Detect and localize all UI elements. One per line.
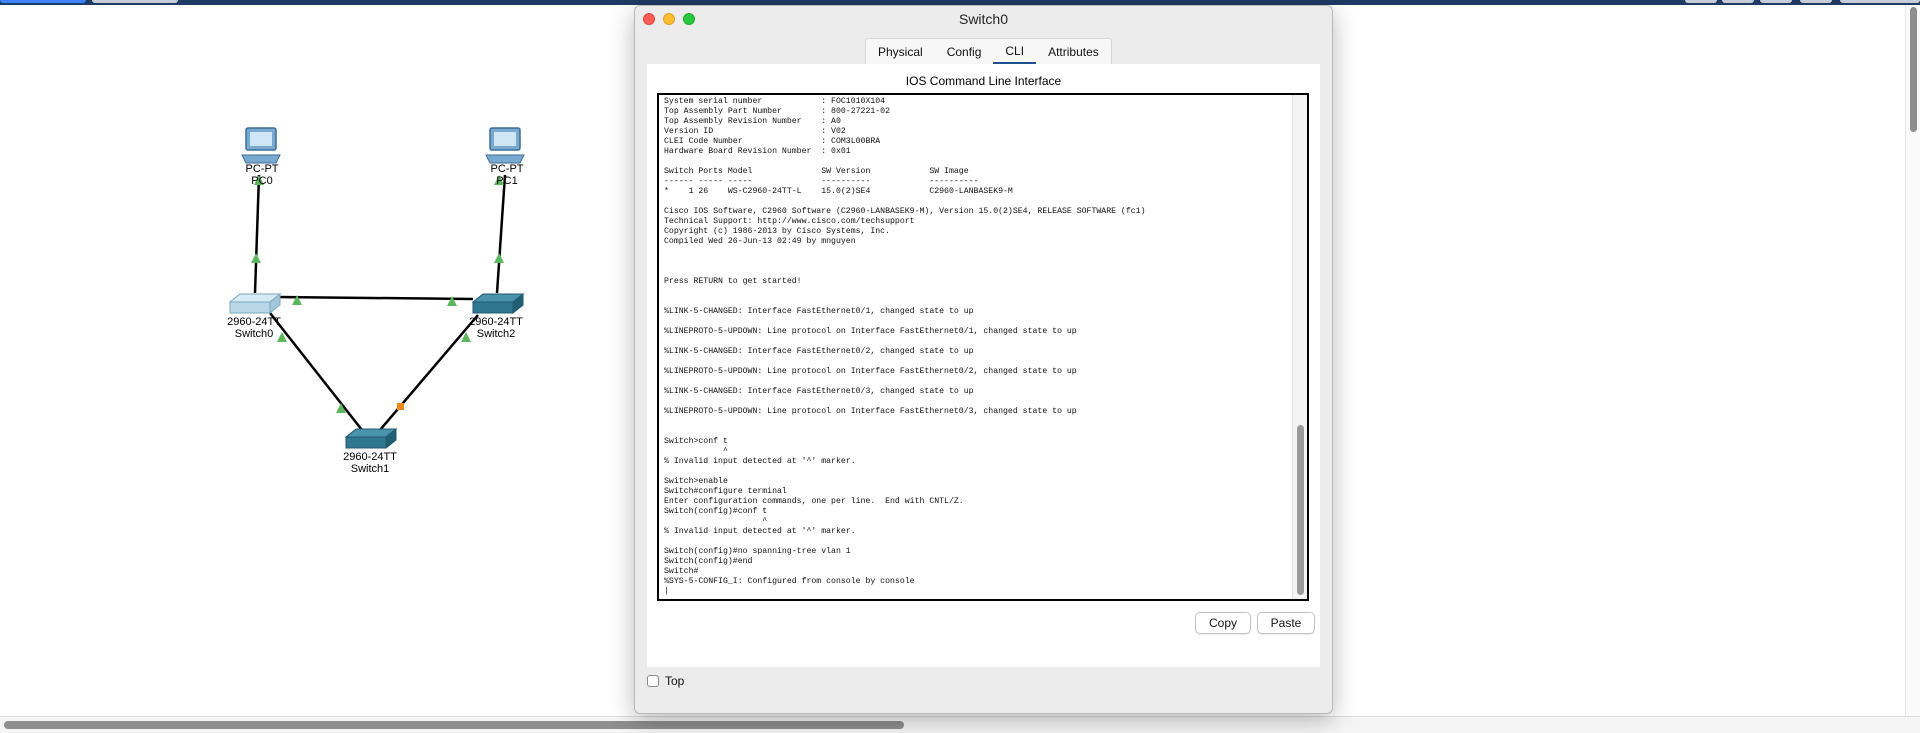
toolbar-button[interactable]	[1760, 0, 1792, 3]
switch1-name-label: Switch1	[351, 463, 390, 475]
switch1-model-label: 2960-24TT	[343, 451, 397, 463]
workspace-horizontal-scrollbar[interactable]	[0, 716, 1920, 733]
switch2-device[interactable]: 2960-24TT Switch2	[469, 292, 525, 340]
toolbar-button[interactable]	[1800, 0, 1832, 3]
copy-button[interactable]: Copy	[1195, 612, 1251, 634]
tab-cli[interactable]: CLI	[993, 39, 1037, 65]
switch0-name-label: Switch0	[235, 328, 274, 340]
link-pc1-switch2[interactable]	[495, 174, 507, 294]
top-checkbox[interactable]	[647, 675, 659, 687]
pc-screen-icon	[494, 132, 516, 146]
device-window: Switch0 Physical Config CLI Attributes I…	[634, 5, 1333, 714]
switch2-model-label: 2960-24TT	[469, 316, 523, 328]
pc0-device[interactable]: PC-PT PC0	[241, 127, 281, 187]
link-blocking-indicator	[397, 403, 404, 410]
paste-button[interactable]: Paste	[1257, 612, 1315, 634]
link-pc0-switch0[interactable]	[253, 174, 261, 294]
pc-screen-icon	[250, 132, 272, 146]
pc1-name-label: PC1	[496, 175, 517, 187]
toolbar-button[interactable]	[92, 0, 178, 3]
switch1-device[interactable]: 2960-24TT Switch1	[343, 427, 398, 475]
link-switch0-switch1[interactable]	[269, 312, 363, 431]
link-switch0-switch2[interactable]	[276, 295, 474, 301]
switch2-name-label: Switch2	[477, 328, 516, 340]
toolbar-button[interactable]	[1685, 0, 1717, 3]
tab-physical[interactable]: Physical	[866, 39, 935, 65]
network-topology[interactable]: PC-PT PC0 PC-PT PC1 2960-24TT Switch0 29…	[0, 5, 660, 716]
scrollbar-thumb[interactable]	[1910, 7, 1917, 132]
top-checkbox-label: Top	[665, 674, 685, 688]
toolbar-button[interactable]	[1722, 0, 1754, 3]
link-up-indicator	[494, 253, 504, 263]
pc0-name-label: PC0	[251, 175, 272, 187]
scrollbar-thumb[interactable]	[1297, 425, 1304, 595]
toolbar-button[interactable]	[0, 0, 86, 3]
pc-keyboard-icon	[485, 154, 525, 164]
pc1-model-label: PC-PT	[491, 163, 524, 175]
tab-attributes[interactable]: Attributes	[1036, 39, 1111, 65]
cli-panel-title: IOS Command Line Interface	[905, 74, 1062, 88]
cli-output: Model number : WS-C2960-24TT-L System se…	[664, 95, 1146, 596]
switch0-model-label: 2960-24TT	[227, 316, 281, 328]
cli-terminal[interactable]: Model number : WS-C2960-24TT-L System se…	[657, 93, 1309, 601]
cli-scrollbar[interactable]	[1292, 95, 1307, 599]
pc1-device[interactable]: PC-PT PC1	[485, 127, 525, 187]
workspace-vertical-scrollbar[interactable]	[1905, 5, 1920, 716]
link-switch2-switch1[interactable]	[379, 314, 479, 431]
link-up-indicator	[251, 253, 261, 263]
tab-config[interactable]: Config	[935, 39, 994, 65]
window-titlebar[interactable]: Switch0	[635, 6, 1332, 32]
toolbar-button[interactable]	[1840, 0, 1920, 3]
scrollbar-thumb[interactable]	[4, 721, 904, 729]
top-checkbox-row: Top	[647, 674, 684, 688]
window-title: Switch0	[958, 11, 1009, 27]
pc0-model-label: PC-PT	[246, 163, 279, 175]
device-tabs: Physical Config CLI Attributes	[865, 38, 1112, 66]
cli-output-area[interactable]: Model number : WS-C2960-24TT-L System se…	[662, 95, 1282, 599]
switch0-device[interactable]: 2960-24TT Switch0	[227, 292, 282, 340]
cli-panel: IOS Command Line Interface Model number …	[647, 64, 1320, 667]
pc-keyboard-icon	[241, 154, 281, 164]
